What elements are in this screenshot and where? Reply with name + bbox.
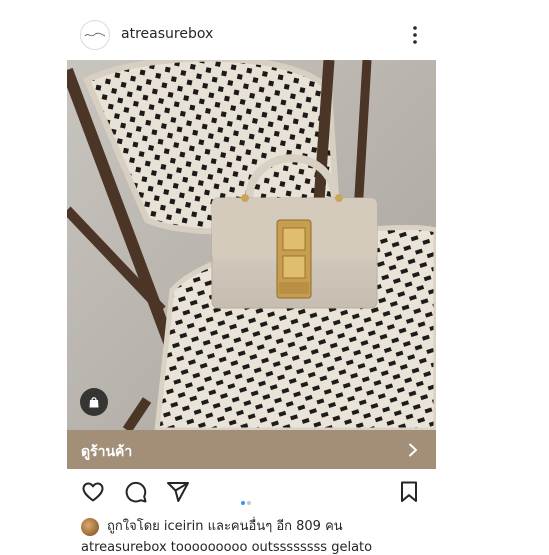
heart-icon[interactable]	[81, 480, 105, 504]
likes-suffix[interactable]: และคนอื่นๆ อีก 809 คน	[208, 519, 343, 534]
comment-icon[interactable]	[124, 480, 148, 504]
likes-prefix: ถูกใจโดย	[107, 519, 160, 534]
product-photo-image	[67, 60, 436, 430]
carousel-indicator	[241, 490, 253, 505]
likes-user[interactable]: iceirin	[164, 519, 204, 534]
view-shop-bar[interactable]: ดูร้านค้า	[67, 430, 436, 469]
bookmark-icon[interactable]	[397, 480, 421, 504]
liker-avatar[interactable]	[81, 517, 99, 536]
profile-avatar[interactable]	[80, 20, 110, 50]
carousel-dot	[247, 501, 251, 505]
paper-plane-icon[interactable]	[166, 480, 190, 504]
likes-line: ถูกใจโดย iceirin และคนอื่นๆ อีก 809 คน	[81, 515, 343, 537]
view-shop-label: ดูร้านค้า	[81, 444, 133, 460]
instagram-post: atreasurebox ดูร้านค้า ถูกใจโดย iceirin …	[67, 0, 436, 555]
post-header: atreasurebox	[67, 14, 436, 56]
chevron-right-icon	[409, 443, 417, 457]
shopping-bag-icon[interactable]	[80, 388, 108, 416]
post-username[interactable]: atreasurebox	[121, 26, 213, 42]
brand-logo-icon	[84, 32, 106, 37]
more-vertical-icon[interactable]	[412, 24, 418, 46]
post-photo[interactable]	[67, 60, 436, 430]
shopping-bag-glyph	[89, 397, 99, 408]
caption-preview: atreasurebox tooooooooo outssssssss gela…	[81, 540, 373, 555]
carousel-dot-active	[241, 501, 245, 505]
post-actions	[67, 478, 436, 506]
